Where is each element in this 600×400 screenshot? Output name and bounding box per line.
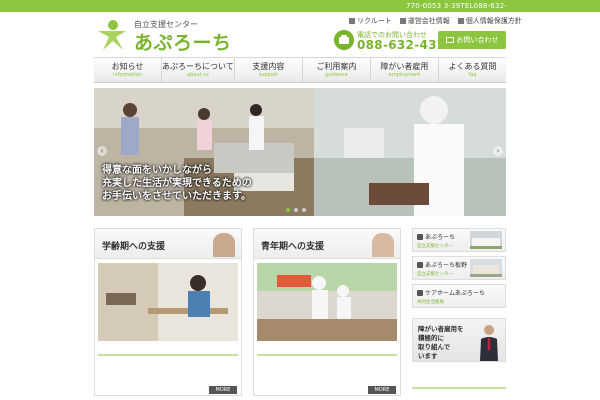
card-photo-study xyxy=(98,263,238,341)
nav-item-support[interactable]: 支援内容 support xyxy=(233,58,302,82)
card-divider xyxy=(98,354,238,356)
slider-dot[interactable] xyxy=(294,208,298,212)
employment-banner[interactable]: 障がい者雇用を 積極的に 取り組んで います xyxy=(412,318,506,362)
card-header: 学齢期への支援 xyxy=(95,229,241,259)
card-school-age-support[interactable]: 学齢期への支援 MORE xyxy=(94,228,242,396)
square-icon xyxy=(399,18,406,24)
square-icon xyxy=(457,18,464,24)
child-avatar xyxy=(213,233,235,257)
arrow-right-icon xyxy=(417,233,423,240)
nav-item-guidance[interactable]: ご利用案内 guidance xyxy=(301,58,370,82)
hero-photo-kitchen xyxy=(314,88,506,216)
card-title: 青年期への支援 xyxy=(261,242,325,252)
staff-avatar xyxy=(372,233,394,257)
more-button[interactable]: MORE xyxy=(209,386,237,394)
card-header: 青年期への支援 xyxy=(254,229,400,259)
slider-dot[interactable] xyxy=(286,208,290,212)
card-divider xyxy=(257,354,397,356)
side-link-care-home[interactable]: ケアホームあぷろーち 共同生活援助 xyxy=(412,284,506,308)
logo-name: あぷろーち xyxy=(134,32,232,54)
arrow-right-icon xyxy=(417,289,423,296)
card-youth-support[interactable]: 青年期への支援 MORE xyxy=(253,228,401,396)
slider-dots xyxy=(286,208,306,212)
privacy-policy-link[interactable]: 個人情報保護方針 xyxy=(457,15,522,27)
envelope-icon xyxy=(445,37,454,43)
square-icon xyxy=(349,18,355,24)
nav-item-information[interactable]: お知らせ information xyxy=(94,58,161,82)
hero-slider: 得意な面をいかしながら 充実した生活が実現できるための お手伝いをさせていただき… xyxy=(94,88,506,216)
card-photo-cafe xyxy=(257,263,397,341)
phone-contact[interactable]: 電話でのお問い合わせ 088-632-4322 xyxy=(334,30,454,52)
phone-icon xyxy=(334,30,354,50)
site-logo[interactable]: 自立支援センター あぷろーち xyxy=(96,17,231,55)
address-text: 770-0053 3-39TEL088-632- xyxy=(406,2,507,10)
recruit-link[interactable]: リクルート xyxy=(349,15,392,27)
businessman-icon xyxy=(480,325,498,361)
utility-links: リクルート 運営会社情報 個人情報保護方針 xyxy=(349,15,522,27)
nav-item-about[interactable]: あぷろーちについて about us xyxy=(161,58,234,82)
slider-prev-icon[interactable]: ‹ xyxy=(97,146,107,156)
arrow-right-icon xyxy=(417,261,423,268)
contact-button[interactable]: お問い合わせ xyxy=(438,31,506,49)
side-link-approach-itano[interactable]: あぷろーち板野 自立支援センター xyxy=(412,256,506,280)
logo-mark-icon xyxy=(98,20,126,50)
main-nav: お知らせ information あぷろーちについて about us 支援内容 su… xyxy=(94,57,506,83)
top-bar: 770-0053 3-39TEL088-632- xyxy=(0,0,600,12)
company-info-link[interactable]: 運営会社情報 xyxy=(399,15,450,27)
side-thumb-building xyxy=(470,259,502,277)
side-divider xyxy=(412,387,506,389)
hero-caption: 得意な面をいかしながら 充実した生活が実現できるための お手伝いをさせていただき… xyxy=(102,165,252,202)
card-title: 学齢期への支援 xyxy=(102,242,166,252)
side-thumb-building xyxy=(470,231,502,249)
side-link-approach[interactable]: あぷろーち 自立支援センター xyxy=(412,228,506,252)
nav-item-faq[interactable]: よくある質問 faq xyxy=(437,58,506,82)
nav-item-employment[interactable]: 障がい者雇用 employment xyxy=(369,58,438,82)
more-button[interactable]: MORE xyxy=(368,386,396,394)
slider-dot[interactable] xyxy=(302,208,306,212)
slider-next-icon[interactable]: › xyxy=(493,146,503,156)
